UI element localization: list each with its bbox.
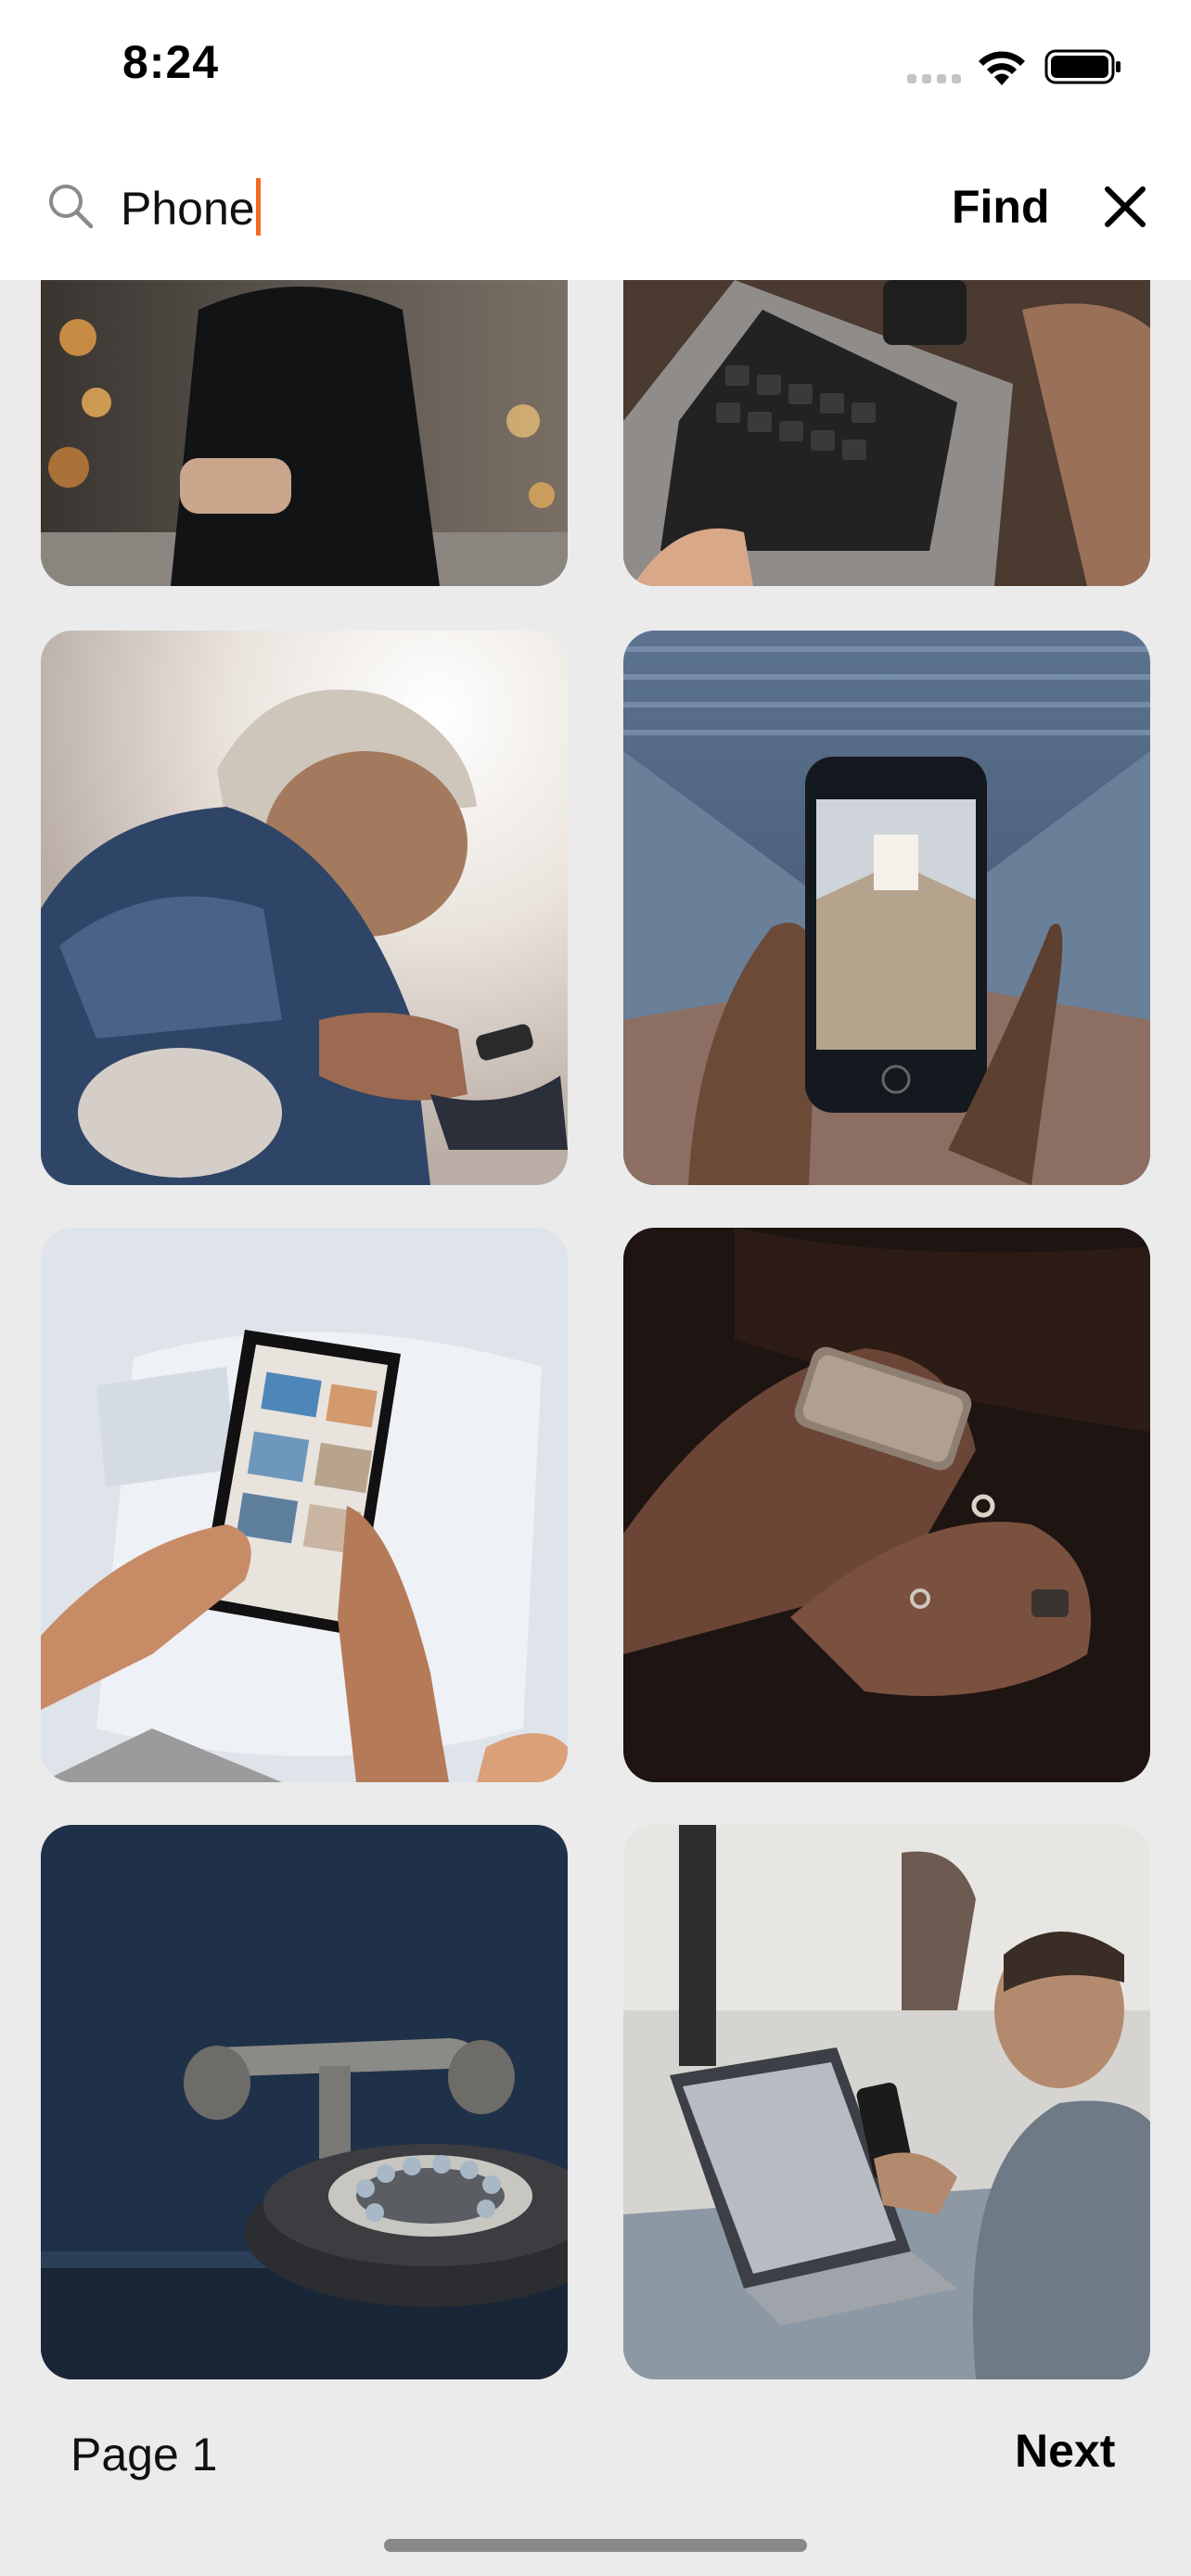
photo-person-phone-street [41, 280, 568, 586]
status-time: 8:24 [122, 36, 220, 88]
photo-man-laptop-phone [623, 1825, 1150, 2379]
cellular-signal-icon [907, 74, 963, 83]
result-tile[interactable] [623, 631, 1150, 1185]
close-icon [1105, 186, 1146, 227]
find-button[interactable]: Find [952, 174, 1050, 239]
result-tile[interactable] [623, 280, 1150, 586]
search-icon [49, 185, 94, 229]
page-indicator: Page 1 [70, 2429, 218, 2480]
status-bar: 8:24 [0, 0, 1191, 139]
result-tile[interactable] [41, 1228, 568, 1782]
photo-woman-beanie-phone [41, 631, 568, 1185]
result-tile[interactable] [623, 1825, 1150, 2379]
home-indicator[interactable] [384, 2539, 807, 2552]
next-page-button[interactable]: Next [1015, 2424, 1115, 2478]
photo-hands-smartphone-photos [41, 1228, 568, 1782]
close-button[interactable] [1098, 180, 1152, 234]
result-tile[interactable] [41, 1825, 568, 2379]
photo-rotary-telephone [41, 1825, 568, 2379]
photo-hands-rings-phone [623, 1228, 1150, 1782]
result-tile[interactable] [41, 280, 568, 586]
search-input[interactable]: Phone [121, 176, 881, 241]
search-input-value: Phone [121, 183, 255, 235]
result-tile[interactable] [41, 631, 568, 1185]
photo-laptop-and-phone [623, 280, 1150, 586]
wifi-icon [979, 51, 1025, 85]
battery-icon [1044, 49, 1121, 84]
photo-hand-iphone-corridor [623, 631, 1150, 1185]
result-tile[interactable] [623, 1228, 1150, 1782]
text-cursor [255, 178, 261, 236]
results-grid [0, 280, 1191, 2379]
